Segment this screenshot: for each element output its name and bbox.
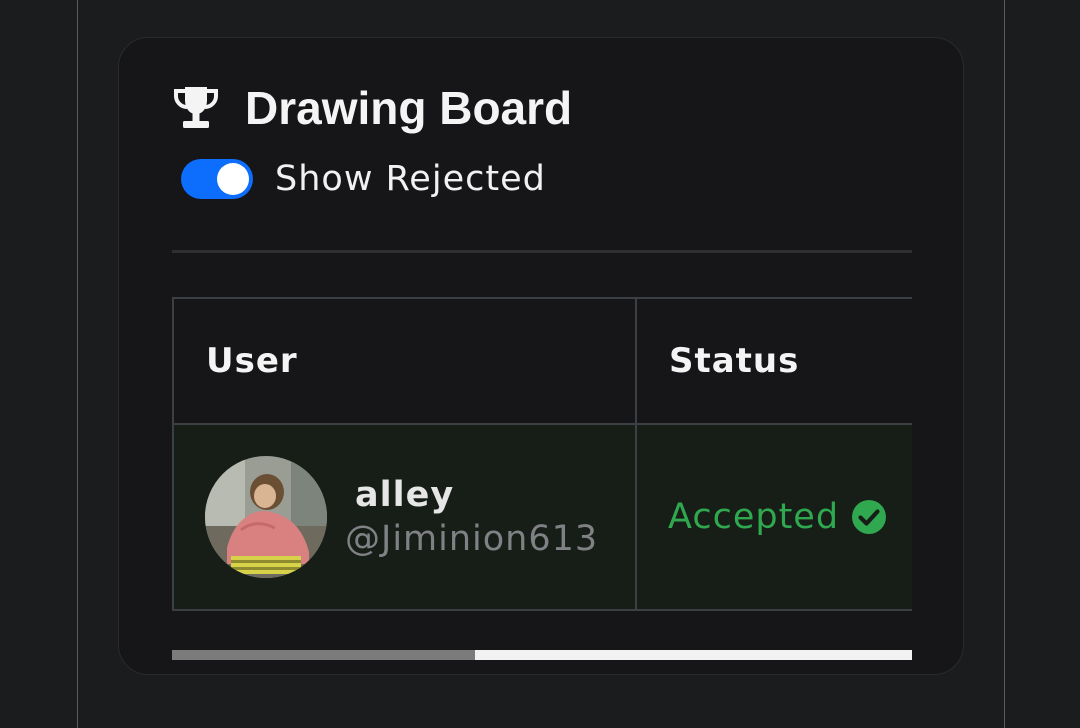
submissions-table: User Status alley @Jiminion613 Accepted (172, 297, 912, 611)
column-header-user: User (172, 297, 637, 425)
card-header: Drawing Board (171, 80, 572, 136)
show-rejected-label[interactable]: Show Rejected (275, 159, 546, 199)
user-display-name[interactable]: alley (345, 473, 598, 517)
check-circle-icon (851, 499, 887, 535)
user-cell: alley @Jiminion613 (172, 423, 637, 611)
user-avatar[interactable] (205, 456, 327, 578)
trophy-icon (171, 85, 221, 131)
drawing-board-card: Drawing Board Show Rejected User Status (118, 37, 964, 675)
horizontal-scrollbar[interactable] (172, 650, 912, 660)
toggle-knob (217, 163, 249, 195)
status-info: Accepted (637, 497, 912, 537)
user-text: alley @Jiminion613 (345, 473, 598, 561)
section-divider (172, 250, 912, 253)
frame-left-border (77, 0, 78, 728)
user-handle[interactable]: @Jiminion613 (345, 517, 598, 561)
show-rejected-filter: Show Rejected (181, 156, 546, 202)
table-header-row: User Status (172, 297, 912, 425)
status-text: Accepted (668, 497, 840, 537)
show-rejected-toggle[interactable] (181, 159, 253, 199)
card-title: Drawing Board (245, 82, 573, 134)
user-info: alley @Jiminion613 (174, 456, 635, 578)
status-cell: Accepted (635, 423, 912, 611)
column-header-status: Status (635, 297, 912, 425)
frame-right-border (1004, 0, 1005, 728)
table-row: alley @Jiminion613 Accepted (172, 423, 912, 611)
submissions-table-scroll[interactable]: User Status alley @Jiminion613 Accepted (172, 297, 912, 611)
scrollbar-thumb[interactable] (172, 650, 475, 660)
